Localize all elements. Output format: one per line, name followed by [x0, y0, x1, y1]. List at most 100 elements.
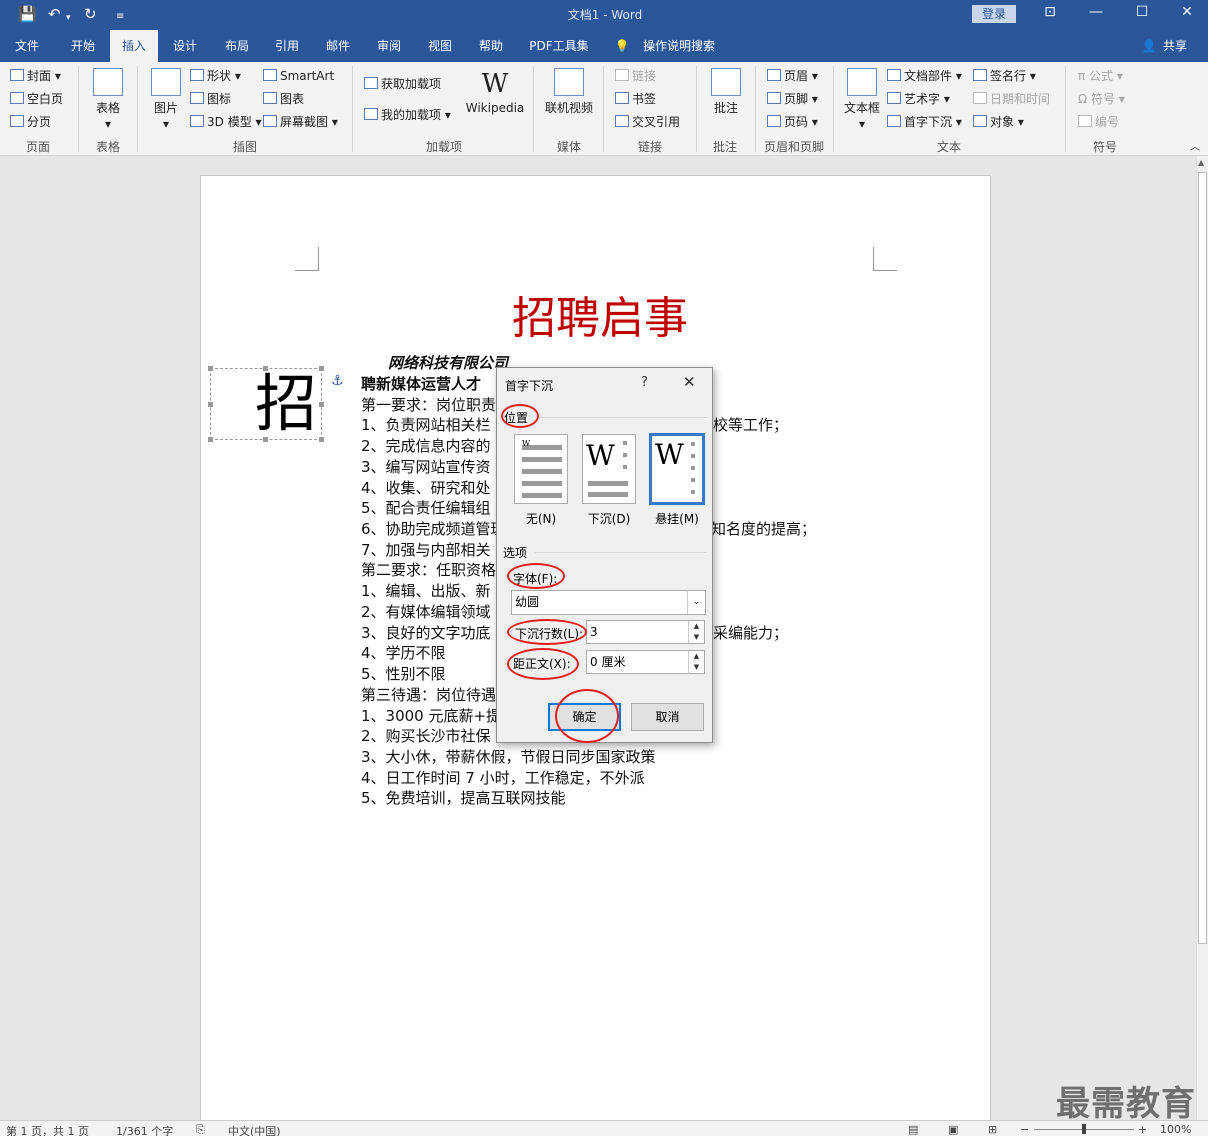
cover-page-button[interactable]: 封面 ▾	[10, 68, 61, 84]
tell-me-search[interactable]: 操作说明搜索	[636, 30, 722, 62]
customize-toolbar-icon[interactable]: ≡	[116, 8, 124, 26]
save-icon[interactable]: 💾	[18, 5, 37, 23]
link-icon	[615, 69, 629, 81]
numbering-button[interactable]: 编号	[1078, 114, 1119, 130]
icons-button[interactable]: 图标	[190, 91, 231, 107]
zoom-out-icon[interactable]: −	[1020, 1123, 1029, 1136]
resize-handle[interactable]	[319, 437, 324, 442]
bookmark-button[interactable]: 书签	[615, 91, 656, 107]
page-count[interactable]: 第 1 页，共 1 页	[6, 1123, 89, 1136]
spinner-arrows-icon[interactable]: ▲ ▼	[688, 621, 704, 643]
spinner-arrows-icon[interactable]: ▲ ▼	[688, 651, 704, 673]
pi-icon: π	[1078, 69, 1090, 83]
distance-spinner[interactable]: 0 厘米 ▲ ▼	[586, 650, 705, 674]
scrollbar-thumb[interactable]	[1198, 172, 1207, 944]
tab-help[interactable]: 帮助	[468, 30, 514, 62]
read-mode-icon[interactable]: ▤	[908, 1123, 918, 1136]
web-layout-icon[interactable]: ⊞	[988, 1123, 997, 1136]
anchor-icon: ⚓	[331, 373, 344, 389]
option-in-margin-icon: W	[655, 438, 695, 494]
my-addins-button[interactable]: 我的加载项 ▾	[364, 107, 451, 123]
lightbulb-icon: 💡	[614, 39, 630, 53]
word-count[interactable]: 1/361 个字	[116, 1123, 173, 1136]
minimize-icon[interactable]: —	[1081, 4, 1111, 20]
footer-button[interactable]: 页脚 ▾	[767, 91, 818, 107]
help-button[interactable]: ?	[641, 375, 648, 390]
ribbon-tabs: 文件 开始 插入 设计 布局 引用 邮件 审阅 视图 帮助 PDF工具集 💡 操…	[0, 30, 1208, 62]
shapes-icon	[190, 69, 204, 81]
proofing-icon[interactable]: ⎘	[196, 1123, 205, 1136]
chart-button[interactable]: 图表	[263, 91, 304, 107]
smartart-button[interactable]: SmartArt	[263, 68, 334, 84]
dialog-close-button[interactable]: ✕	[683, 373, 696, 391]
quick-parts-button[interactable]: 文档部件 ▾	[887, 68, 962, 84]
tab-insert[interactable]: 插入	[110, 30, 158, 62]
language-indicator[interactable]: 中文(中国)	[228, 1123, 281, 1136]
cancel-button[interactable]: 取消	[631, 703, 704, 731]
resize-handle[interactable]	[208, 402, 213, 407]
tab-layout[interactable]: 布局	[214, 30, 260, 62]
option-dropped[interactable]: W	[582, 434, 636, 504]
wikipedia-button[interactable]: W Wikipedia	[464, 68, 526, 116]
body-line: 5、性别不限	[361, 665, 446, 684]
drop-cap-frame[interactable]: 招	[210, 368, 322, 440]
get-addins-button[interactable]: 获取加载项	[364, 76, 441, 92]
online-video-button[interactable]: 联机视频	[542, 68, 596, 116]
comment-button[interactable]: 批注	[706, 68, 746, 116]
option-none[interactable]: W	[514, 434, 568, 504]
shapes-button[interactable]: 形状 ▾	[190, 68, 241, 84]
font-select[interactable]: 幼圆 ⌄	[511, 590, 706, 615]
drop-cap-dialog: 首字下沉 ? ✕ 位置 W W W 无(N) 下沉(D) 悬挂(M) 选项 字体…	[496, 367, 713, 743]
group-label-header-footer: 页眉和页脚	[763, 140, 824, 154]
print-layout-icon[interactable]: ▣	[948, 1123, 958, 1136]
maximize-icon[interactable]: ☐	[1127, 4, 1157, 20]
ribbon-display-icon[interactable]: ⊡	[1035, 4, 1065, 20]
resize-handle[interactable]	[319, 402, 324, 407]
share-button[interactable]: 共享	[1158, 30, 1192, 62]
company-name: 网络科技有限公司	[388, 354, 509, 372]
header-button[interactable]: 页眉 ▾	[767, 68, 818, 84]
scroll-up-icon[interactable]: ▲	[1198, 158, 1204, 167]
resize-handle[interactable]	[319, 366, 324, 371]
redo-icon[interactable]: ↻	[84, 5, 97, 23]
text-box-button[interactable]: 文本框 ▾	[840, 68, 884, 132]
page-number-button[interactable]: 页码 ▾	[767, 114, 818, 130]
undo-dropdown-icon[interactable]: ▾	[66, 9, 71, 27]
tab-design[interactable]: 设计	[162, 30, 208, 62]
tab-view[interactable]: 视图	[417, 30, 463, 62]
screenshot-button[interactable]: 屏幕截图 ▾	[263, 114, 338, 130]
collapse-ribbon-icon[interactable]: ︿	[1190, 140, 1200, 156]
signature-line-button[interactable]: 签名行 ▾	[973, 68, 1036, 84]
wordart-button[interactable]: 艺术字 ▾	[887, 91, 950, 107]
table-button[interactable]: 表格 ▾	[88, 68, 128, 132]
object-button[interactable]: 对象 ▾	[973, 114, 1024, 130]
resize-handle[interactable]	[263, 437, 268, 442]
date-time-button[interactable]: 日期和时间	[973, 91, 1050, 107]
close-icon[interactable]: ✕	[1172, 4, 1202, 20]
group-label-links: 链接	[637, 140, 662, 154]
resize-handle[interactable]	[263, 366, 268, 371]
blank-page-button[interactable]: 空白页	[10, 91, 63, 107]
cross-reference-button[interactable]: 交叉引用	[615, 114, 680, 130]
lines-to-drop-spinner[interactable]: 3 ▲ ▼	[586, 620, 705, 644]
tab-home[interactable]: 开始	[60, 30, 106, 62]
tab-pdf-tools[interactable]: PDF工具集	[522, 30, 596, 62]
login-button[interactable]: 登录	[972, 5, 1016, 23]
symbol-button[interactable]: Ω 符号 ▾	[1078, 91, 1125, 107]
resize-handle[interactable]	[208, 437, 213, 442]
drop-cap-button[interactable]: 首字下沉 ▾	[887, 114, 962, 130]
page-break-button[interactable]: 分页	[10, 114, 51, 130]
3d-model-button[interactable]: 3D 模型 ▾	[190, 114, 262, 130]
tab-references[interactable]: 引用	[264, 30, 310, 62]
picture-button[interactable]: 图片 ▾	[146, 68, 186, 132]
resize-handle[interactable]	[208, 366, 213, 371]
link-button[interactable]: 链接	[615, 68, 656, 84]
tab-file[interactable]: 文件	[6, 30, 48, 62]
tab-review[interactable]: 审阅	[366, 30, 412, 62]
undo-icon[interactable]: ↶	[48, 5, 61, 23]
option-in-margin[interactable]: W	[649, 433, 705, 505]
zoom-slider-thumb[interactable]	[1082, 1124, 1086, 1134]
equation-button[interactable]: π 公式 ▾	[1078, 68, 1123, 84]
tab-mailings[interactable]: 邮件	[315, 30, 361, 62]
chevron-down-icon[interactable]: ⌄	[687, 591, 705, 614]
